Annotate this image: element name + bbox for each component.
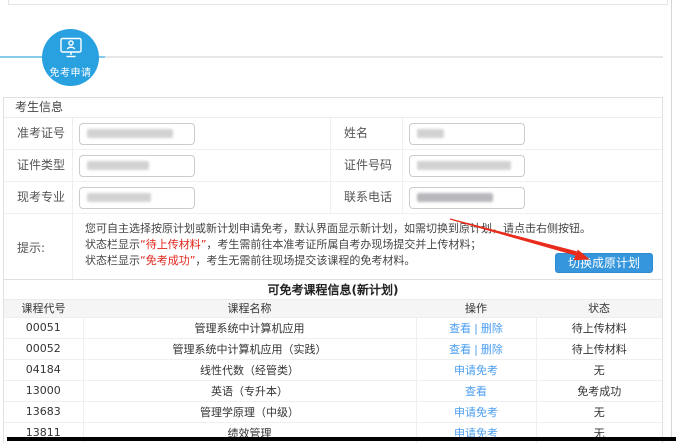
bottom-screenshot-edge: [7, 437, 676, 441]
table-row: 13000 英语（专升本） 查看 免考成功: [4, 380, 662, 401]
course-table-title: 可免考课程信息(新计划): [4, 280, 662, 300]
status-text: 免考成功: [536, 380, 662, 401]
view-link[interactable]: 查看: [449, 322, 471, 335]
status-pending-upload-text: “待上传材料”: [140, 238, 206, 251]
course-table-header: 课程代号 课程名称 操作 状态: [4, 300, 662, 317]
redacted-value: [417, 161, 511, 170]
apply-exemption-link[interactable]: 申请免考: [454, 406, 498, 419]
exemptable-courses-panel: 可免考课程信息(新计划) 课程代号 课程名称 操作 状态 00051 管理系统中…: [3, 279, 663, 443]
hint-line-1: 您可自主选择按原计划或新计划申请免考，默认界面显示新计划，如需切换到原计划，请点…: [85, 221, 652, 237]
hint-text: 您可自主选择按原计划或新计划申请免考，默认界面显示新计划，如需切换到原计划，请点…: [73, 214, 662, 280]
phone-label: 联系电话: [331, 182, 403, 214]
hint-row: 提示: 您可自主选择按原计划或新计划申请免考，默认界面显示新计划，如需切换到原计…: [4, 214, 662, 280]
course-code: 00052: [4, 338, 83, 359]
id-no-label: 证件号码: [331, 150, 403, 182]
course-code: 04184: [4, 359, 83, 380]
course-name: 线性代数（经管类）: [83, 359, 416, 380]
course-code: 13683: [4, 401, 83, 422]
course-code: 00051: [4, 317, 83, 338]
hint-label: 提示:: [4, 214, 73, 280]
name-input[interactable]: [409, 123, 525, 145]
id-type-input[interactable]: [79, 155, 195, 177]
right-edge-divider: [671, 0, 672, 441]
monitor-user-icon: [58, 37, 84, 62]
course-name: 管理学原理（中级）: [83, 401, 416, 422]
switch-to-original-plan-button[interactable]: 切换成原计划: [555, 253, 653, 273]
course-code: 13000: [4, 380, 83, 401]
table-row: 04184 线性代数（经管类） 申请免考 无: [4, 359, 662, 380]
phone-input[interactable]: [409, 187, 525, 209]
col-course-name: 课程名称: [83, 300, 416, 317]
col-actions: 操作: [416, 300, 536, 317]
id-type-label: 证件类型: [4, 150, 73, 182]
id-no-input[interactable]: [409, 155, 525, 177]
status-text: 无: [536, 359, 662, 380]
status-text: 待上传材料: [536, 317, 662, 338]
status-text: 待上传材料: [536, 338, 662, 359]
step-label: 免考申请: [50, 64, 92, 79]
course-name: 管理系统中计算机应用（实践）: [83, 338, 416, 359]
candidate-info-title: 考生信息: [4, 98, 662, 118]
exam-no-label: 准考证号: [4, 118, 73, 150]
redacted-value: [417, 193, 493, 202]
exemption-application-page: 免考申请 考生信息 准考证号 姓名 证件类型 证件号码 现考专业: [0, 0, 676, 441]
course-name: 英语（专升本）: [83, 380, 416, 401]
course-name: 管理系统中计算机应用: [83, 317, 416, 338]
redacted-value: [417, 129, 444, 138]
view-link[interactable]: 查看: [465, 385, 487, 398]
candidate-info-form: 准考证号 姓名 证件类型 证件号码 现考专业 联系电话: [4, 118, 662, 214]
name-label: 姓名: [331, 118, 403, 150]
table-row: 00052 管理系统中计算机应用（实践） 查看|删除 待上传材料: [4, 338, 662, 359]
table-row: 00051 管理系统中计算机应用 查看|删除 待上传材料: [4, 317, 662, 338]
top-cropped-element: [8, 0, 668, 5]
stepper: 免考申请: [0, 29, 663, 87]
apply-exemption-link[interactable]: 申请免考: [454, 364, 498, 377]
col-course-code: 课程代号: [4, 300, 83, 317]
hint-line-2: 状态栏显示“待上传材料”，考生需前往本准考证所属自考办现场提交并上传材料；: [85, 237, 652, 253]
redacted-value: [87, 193, 151, 202]
major-input[interactable]: [79, 187, 195, 209]
candidate-info-panel: 考生信息 准考证号 姓名 证件类型 证件号码 现考专业 联系电话: [3, 97, 663, 281]
course-table: 课程代号 课程名称 操作 状态 00051 管理系统中计算机应用 查看|删除 待…: [4, 300, 662, 443]
redacted-value: [87, 129, 173, 138]
exam-no-input[interactable]: [79, 123, 195, 145]
status-text: 无: [536, 401, 662, 422]
major-label: 现考专业: [4, 182, 73, 214]
delete-link[interactable]: 删除: [481, 322, 503, 335]
delete-link[interactable]: 删除: [481, 343, 503, 356]
redacted-value: [87, 161, 149, 170]
view-link[interactable]: 查看: [449, 343, 471, 356]
status-success-text: “免考成功”: [140, 254, 195, 267]
stepper-line-inactive: [105, 56, 663, 58]
col-status: 状态: [536, 300, 662, 317]
step-exemption-application: 免考申请: [42, 29, 99, 86]
table-row: 13683 管理学原理（中级） 申请免考 无: [4, 401, 662, 422]
